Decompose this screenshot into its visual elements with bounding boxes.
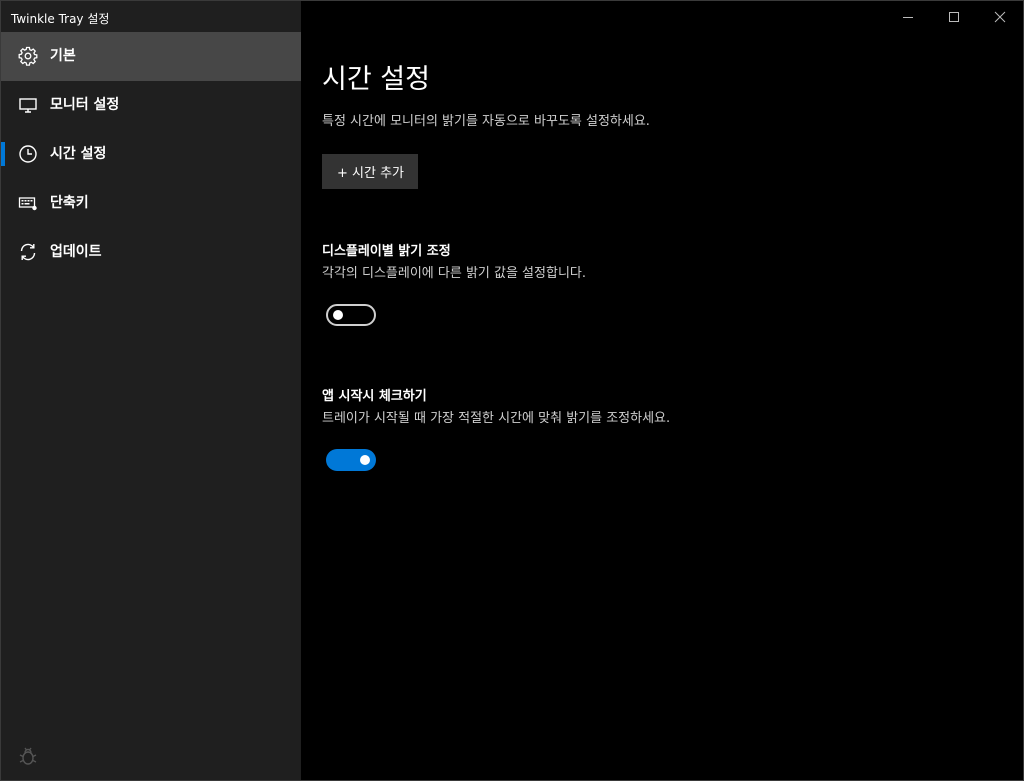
refresh-icon: [18, 242, 38, 262]
monitor-icon: [18, 95, 38, 115]
sidebar-item-time[interactable]: 시간 설정: [1, 130, 301, 179]
sidebar-nav: 기본 모니터 설정 시간 설정 단축키 업데이트: [1, 32, 301, 277]
per-display-description: 각각의 디스플레이에 다른 밝기 값을 설정합니다.: [322, 266, 586, 281]
bug-icon[interactable]: [17, 745, 39, 767]
toggle-knob: [360, 455, 370, 465]
sidebar-item-label: 시간 설정: [50, 146, 107, 162]
check-on-start-title: 앱 시작시 체크하기: [322, 389, 427, 404]
page-title: 시간 설정: [322, 64, 430, 95]
gear-icon: [18, 46, 38, 66]
add-time-button[interactable]: + 시간 추가: [322, 154, 418, 189]
sidebar-item-label: 단축키: [50, 195, 89, 211]
per-display-toggle[interactable]: [326, 304, 376, 326]
check-on-start-toggle[interactable]: [326, 449, 376, 471]
sidebar: Twinkle Tray 설정 기본 모니터 설정 시간 설정 단축키 업데이트: [1, 1, 301, 780]
app-title: Twinkle Tray 설정: [11, 12, 110, 26]
clock-icon: [18, 144, 38, 164]
sidebar-item-hotkeys[interactable]: 단축키: [1, 179, 301, 228]
keyboard-icon: [18, 193, 38, 213]
sidebar-item-update[interactable]: 업데이트: [1, 228, 301, 277]
main-content: 시간 설정 특정 시간에 모니터의 밝기를 자동으로 바꾸도록 설정하세요. +…: [322, 1, 1002, 780]
selected-indicator: [1, 142, 5, 166]
check-on-start-description: 트레이가 시작될 때 가장 적절한 시간에 맞춰 밝기를 조정하세요.: [322, 411, 671, 426]
per-display-title: 디스플레이별 밝기 조정: [322, 244, 451, 259]
sidebar-item-label: 업데이트: [50, 244, 102, 260]
sidebar-item-monitor[interactable]: 모니터 설정: [1, 81, 301, 130]
sidebar-item-label: 모니터 설정: [50, 97, 120, 113]
toggle-knob: [333, 310, 343, 320]
page-description: 특정 시간에 모니터의 밝기를 자동으로 바꾸도록 설정하세요.: [322, 114, 650, 129]
sidebar-item-general[interactable]: 기본: [1, 32, 301, 81]
settings-window: Twinkle Tray 설정 기본 모니터 설정 시간 설정 단축키 업데이트…: [0, 0, 1024, 781]
sidebar-item-label: 기본: [50, 48, 76, 64]
